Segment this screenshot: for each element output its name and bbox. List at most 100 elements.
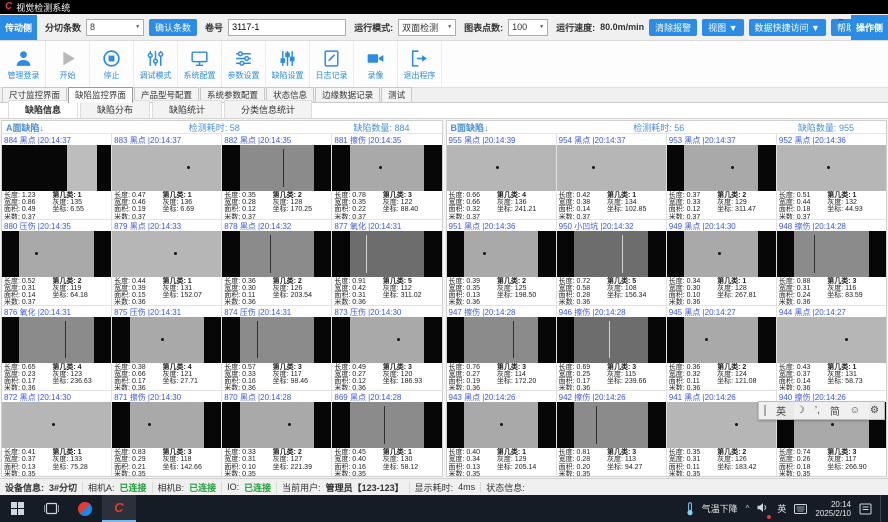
stop-button[interactable]: 停止 [90,41,134,87]
ime-drag-handle[interactable] [764,405,766,416]
defect-cell-info: 长度: 0.45宽度: 0.40面积: 0.16米数: 0.35第几类: 1灰度… [332,448,441,476]
defect-cell[interactable]: 876 氧化 |20:14:31长度: 0.65宽度: 0.23面积: 0.17… [2,306,111,391]
ime-indicator[interactable]: 英 [777,502,786,515]
chart-points-select[interactable]: 100 ▼ [508,19,548,36]
defect-cell[interactable]: 945 黑点 |20:14:27长度: 0.36宽度: 0.32面积: 0.11… [667,306,776,391]
notification-center-icon[interactable] [859,503,872,515]
defect-metrics-right: 第几类: 1灰度: 129坐标: 205.14 [497,449,554,475]
defect-cell[interactable]: 949 黑点 |20:14:30长度: 0.34宽度: 0.30面积: 0.10… [667,220,776,305]
system-config-button[interactable]: 系统配置 [178,41,222,87]
defect-mark [827,166,830,169]
defect-metrics-right: 第几类: 3灰度: 114坐标: 172.20 [497,364,554,390]
defect-cell-info: 长度: 0.88宽度: 0.31面积: 0.24米数: 0.36第几类: 3灰度… [777,277,886,305]
defect-cell[interactable]: 880 压伤 |20:14:35长度: 0.52宽度: 0.31面积: 0.14… [2,220,111,305]
taskbar-clock[interactable]: 20:14 2025/2/10 [815,500,851,518]
panel-a-title[interactable]: A面缺陷↓ [6,121,149,134]
ime-toolbar[interactable]: 英 ☽ ’, 简 ☺ ⚙ [758,401,885,420]
defect-cell[interactable]: 884 黑点 |20:14:37长度: 1.23宽度: 0.86面积: 0.49… [2,134,111,219]
view-menu-button[interactable]: 视图 ▼ [702,19,743,36]
start-button[interactable]: 开始 [46,41,90,87]
drive-side-button[interactable]: 传动侧 [0,15,37,40]
exit-program-button[interactable]: 退出程序 [398,41,442,87]
defect-thumbnail [667,317,776,363]
ime-item-6[interactable]: ⚙ [870,405,879,416]
defect-cell[interactable]: 953 黑点 |20:14:37长度: 0.37宽度: 0.33面积: 0.12… [667,134,776,219]
defect-cell[interactable]: 881 擦伤 |20:14:35长度: 0.78宽度: 0.35面积: 0.22… [332,134,441,219]
tab-2[interactable]: 缺陷监控界面 [68,87,133,103]
confirm-count-button[interactable]: 确认条数 [149,19,197,36]
param-settings-button[interactable]: 参数设置 [222,41,266,87]
volume-icon[interactable] [757,500,769,518]
roll-number-input[interactable] [228,19,346,36]
slit-count-select[interactable]: 8 ▼ [86,19,144,36]
data-quick-access-button[interactable]: 数据快捷访问 ▼ [749,19,826,36]
defect-cell[interactable]: 870 黑点 |20:14:28长度: 0.33宽度: 0.31面积: 0.10… [222,391,331,476]
run-mode-select[interactable]: 双面检测 ▼ [398,19,456,36]
ime-item-3[interactable]: ’, [815,405,820,416]
device-info-value: 3#分切 [49,481,77,494]
defect-metrics-left: 长度: 0.88宽度: 0.31面积: 0.24米数: 0.36 [779,278,825,304]
defect-thumbnail [222,402,331,448]
defect-cell[interactable]: 943 黑点 |20:14:26长度: 0.40宽度: 0.34面积: 0.13… [447,391,556,476]
defect-settings-button[interactable]: 缺陷设置 [266,41,310,87]
defect-cell-title: 869 黑点 |20:14:28 [332,391,441,402]
taskbar-app-browser[interactable] [68,495,102,522]
subtab-3[interactable]: 缺陷统计 [152,100,222,118]
defect-cell[interactable]: 879 黑点 |20:14:33长度: 0.44宽度: 0.39面积: 0.15… [112,220,221,305]
defect-metrics-left: 长度: 1.23宽度: 0.86面积: 0.49米数: 0.37 [4,192,50,218]
ime-item-2[interactable]: ☽ [796,405,805,416]
defect-cell[interactable]: 955 黑点 |20:14:39长度: 0.66宽度: 0.66面积: 0.32… [447,134,556,219]
touch-keyboard-icon[interactable] [794,504,807,514]
clear-alarm-button[interactable]: 清除报警 [649,19,697,36]
log-record-button[interactable]: 日志记录 [310,41,354,87]
defect-cell[interactable]: 883 黑点 |20:14:37长度: 0.47宽度: 0.46面积: 0.19… [112,134,221,219]
defect-cell[interactable]: 951 黑点 |20:14:36长度: 0.39宽度: 0.35面积: 0.13… [447,220,556,305]
defect-cell[interactable]: 946 擦伤 |20:14:28长度: 0.69宽度: 0.25面积: 0.17… [557,306,666,391]
defect-cell[interactable]: 942 擦伤 |20:14:26长度: 0.81宽度: 0.28面积: 0.20… [557,391,666,476]
defect-cell[interactable]: 873 压伤 |20:14:30长度: 0.49宽度: 0.27面积: 0.12… [332,306,441,391]
window-title: 视觉检测系统 [16,1,70,14]
defect-cell[interactable]: 947 擦伤 |20:14:28长度: 0.76宽度: 0.27面积: 0.19… [447,306,556,391]
camera-b-label: 相机B: [158,481,185,494]
defect-cell[interactable]: 952 黑点 |20:14:36长度: 0.51宽度: 0.44面积: 0.18… [777,134,886,219]
tab-7[interactable]: 测试 [381,87,412,102]
defect-cell[interactable]: 875 压伤 |20:14:31长度: 0.38宽度: 0.66面积: 0.17… [112,306,221,391]
defect-thumbnail [112,231,221,277]
ime-item-5[interactable]: ☺ [850,405,860,416]
defect-cell[interactable]: 882 黑点 |20:14:35长度: 0.35宽度: 0.28面积: 0.12… [222,134,331,219]
ime-item-4[interactable]: 简 [830,403,840,418]
tray-expand-chevron[interactable]: ^ [746,504,750,513]
defect-metrics-left: 长度: 0.69宽度: 0.25面积: 0.17米数: 0.36 [559,364,605,390]
defect-metrics-right: 第几类: 3灰度: 122坐标: 88.40 [383,192,440,218]
defect-cell[interactable]: 869 黑点 |20:14:28 长度: 0.45宽度: 0.40面积: 0.16… [332,391,441,476]
defect-cell[interactable]: 950 小凹坑 |20:14:32长度: 0.72宽度: 0.58面积: 0.2… [557,220,666,305]
defect-metrics-left: 长度: 0.45宽度: 0.40面积: 0.16米数: 0.35 [334,449,380,475]
admin-login-button[interactable]: 管理登录 [2,41,46,87]
defect-cell[interactable]: 944 黑点 |20:14:27长度: 0.43宽度: 0.37面积: 0.14… [777,306,886,391]
record-video-button[interactable]: 录像 [354,41,398,87]
defect-cell[interactable]: 877 氧化 |20:14:31长度: 0.91宽度: 0.42面积: 0.31… [332,220,441,305]
defect-cell-title: 949 黑点 |20:14:30 [667,220,776,231]
weather-status[interactable]: 气温下降 [702,502,738,515]
start-button[interactable] [0,495,34,522]
debug-mode-button[interactable]: 调试模式 [134,41,178,87]
operator-side-button[interactable]: 操作侧 [851,15,888,40]
io-status: 已连接 [244,481,271,494]
subtab-4[interactable]: 分类信息统计 [224,100,312,118]
defect-cell[interactable]: 874 压伤 |20:14:31长度: 0.57宽度: 0.33面积: 0.16… [222,306,331,391]
panel-b-title[interactable]: B面缺陷↓ [451,121,594,134]
taskbar-app-inspection[interactable]: C [102,495,136,522]
defect-cell[interactable]: 878 黑点 |20:14:32长度: 0.36宽度: 0.30面积: 0.11… [222,220,331,305]
task-view-button[interactable] [34,495,68,522]
minimize-button[interactable]: – [838,14,843,24]
defect-cell[interactable]: 871 擦伤 |20:14:30长度: 0.83宽度: 0.29面积: 0.21… [112,391,221,476]
defect-cell[interactable]: 954 黑点 |20:14:37长度: 0.42宽度: 0.38面积: 0.14… [557,134,666,219]
show-desktop-button[interactable] [880,495,884,522]
param-settings-label: 参数设置 [228,70,260,81]
ime-item-1[interactable]: 英 [776,403,786,418]
defect-thumbnail [557,145,666,191]
defect-cell[interactable]: 948 擦伤 |20:14:28长度: 0.88宽度: 0.31面积: 0.24… [777,220,886,305]
defect-cell[interactable]: 872 黑点 |20:14:30长度: 0.41宽度: 0.37面积: 0.13… [2,391,111,476]
tab-6[interactable]: 边缘数据记录 [315,87,380,102]
defect-metrics-left: 长度: 0.37宽度: 0.33面积: 0.12米数: 0.37 [669,192,715,218]
